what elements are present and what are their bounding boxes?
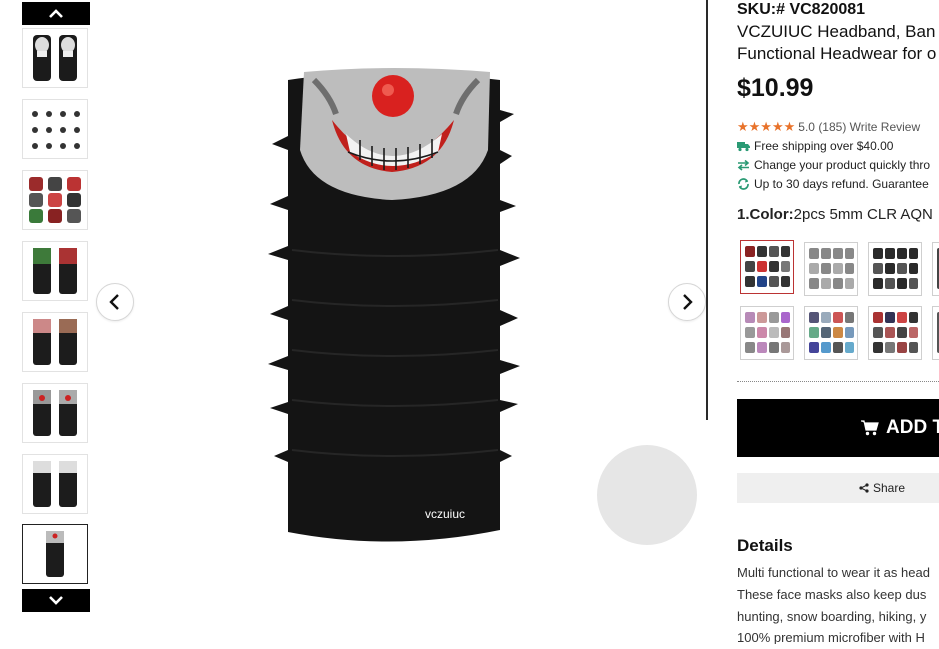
thumbnail-8-selected[interactable] — [22, 524, 88, 584]
share-button[interactable]: Share — [737, 473, 939, 503]
mask-set-swatch-icon — [937, 312, 939, 353]
chevron-up-icon — [49, 9, 63, 18]
color-swatch-2[interactable] — [804, 242, 858, 296]
star-rating-icon: ★★★★★ — [737, 119, 796, 134]
product-price: $10.99 — [737, 74, 814, 102]
mask-set-swatch-icon — [873, 248, 918, 289]
mask-pair-skull-icon — [33, 461, 77, 507]
details-heading: Details — [737, 536, 793, 555]
add-to-cart-label: ADD T — [886, 417, 939, 438]
rating-value: 5.0 — [798, 120, 815, 134]
mask-pair-teeth-icon — [33, 319, 77, 365]
thumbnail-4[interactable] — [22, 241, 88, 301]
thumbnail-5[interactable] — [22, 312, 88, 372]
color-swatch-5[interactable] — [740, 306, 794, 360]
feature-text: Change your product quickly thro — [754, 158, 931, 172]
chevron-down-icon — [49, 596, 63, 605]
brand-mark: vczuiuc — [425, 507, 465, 521]
cart-icon — [861, 420, 879, 436]
review-count[interactable]: (185) — [818, 120, 846, 134]
details-line-4: 100% premium microfiber with H — [737, 630, 925, 644]
chevron-right-icon — [683, 294, 693, 310]
previous-image-button[interactable] — [96, 283, 134, 321]
details-line-3: hunting, snow boarding, hiking, y — [737, 609, 927, 624]
product-title-line-2: Functional Headwear for o — [737, 44, 937, 63]
color-swatch-1-selected[interactable] — [740, 240, 794, 294]
details-line-2: These face masks also keep dus — [737, 587, 927, 602]
mask-set-swatch-icon — [809, 248, 854, 289]
feature-text: Up to 30 days refund. Guarantee — [754, 177, 929, 191]
product-title-line-1: VCZUIUC Headband, Ban — [737, 22, 936, 41]
skull-mask-pair-icon — [33, 35, 77, 81]
add-to-cart-button[interactable]: ADD T — [737, 399, 939, 457]
mask-pair-clown-icon — [33, 390, 77, 436]
thumbnail-1[interactable] — [22, 28, 88, 88]
chevron-left-icon — [109, 294, 119, 310]
exchange-arrows-icon — [737, 159, 750, 171]
truck-icon — [737, 142, 750, 152]
product-title: VCZUIUC Headband, Ban Functional Headwea… — [737, 21, 936, 65]
color-swatch-4[interactable] — [932, 242, 939, 296]
color-swatch-7[interactable] — [868, 306, 922, 360]
mask-pair-green-icon — [33, 248, 77, 294]
thumbnail-2[interactable] — [22, 99, 88, 159]
neck-gaiter-image: vczuiuc — [268, 68, 520, 542]
feature-free-shipping: Free shipping over $40.00 — [737, 139, 893, 153]
color-option-label: 1.Color:2pcs 5mm CLR AQN — [737, 206, 933, 223]
mask-set-swatch-icon — [937, 248, 939, 289]
feature-text: Free shipping over $40.00 — [754, 139, 894, 153]
rating-row: ★★★★★ 5.0 (185) Write Review — [737, 119, 920, 135]
thumbnail-6[interactable] — [22, 383, 88, 443]
mask-wearing-styles-icon — [32, 111, 80, 149]
panel-divider — [706, 0, 708, 420]
color-swatch-8[interactable] — [932, 306, 939, 360]
product-sku: SKU:# VC820081 — [737, 1, 866, 18]
main-product-image[interactable]: vczuiuc — [92, 0, 706, 644]
feature-exchange: Change your product quickly thro — [737, 158, 930, 172]
mask-set-swatch-icon — [745, 246, 790, 287]
color-swatch-3[interactable] — [868, 242, 922, 296]
zoom-lens — [597, 445, 697, 545]
mask-set-swatch-icon — [745, 312, 790, 353]
thumbnail-scroll-down-button[interactable] — [22, 589, 90, 612]
mask-set-swatch-icon — [873, 312, 918, 353]
refresh-icon — [738, 178, 749, 190]
thumbnail-7[interactable] — [22, 454, 88, 514]
next-image-button[interactable] — [668, 283, 706, 321]
product-info-panel: SKU:# VC820081 VCZUIUC Headband, Ban Fun… — [737, 0, 939, 644]
details-line-1: Multi functional to wear it as head — [737, 565, 930, 580]
share-label: Share — [873, 481, 906, 495]
color-swatch-6[interactable] — [804, 306, 858, 360]
mask-grid-colorful-icon — [29, 177, 81, 223]
mask-set-swatch-icon — [809, 312, 854, 353]
thumbnail-scroll-up-button[interactable] — [22, 2, 90, 25]
feature-refund: Up to 30 days refund. Guarantee — [737, 177, 929, 191]
thumbnail-3[interactable] — [22, 170, 88, 230]
write-review-link[interactable]: Write Review — [850, 120, 920, 134]
selected-color-value: 2pcs 5mm CLR AQN — [793, 206, 933, 223]
mask-clown-selected-icon — [46, 531, 64, 577]
share-icon — [859, 483, 869, 493]
section-divider — [737, 381, 939, 382]
